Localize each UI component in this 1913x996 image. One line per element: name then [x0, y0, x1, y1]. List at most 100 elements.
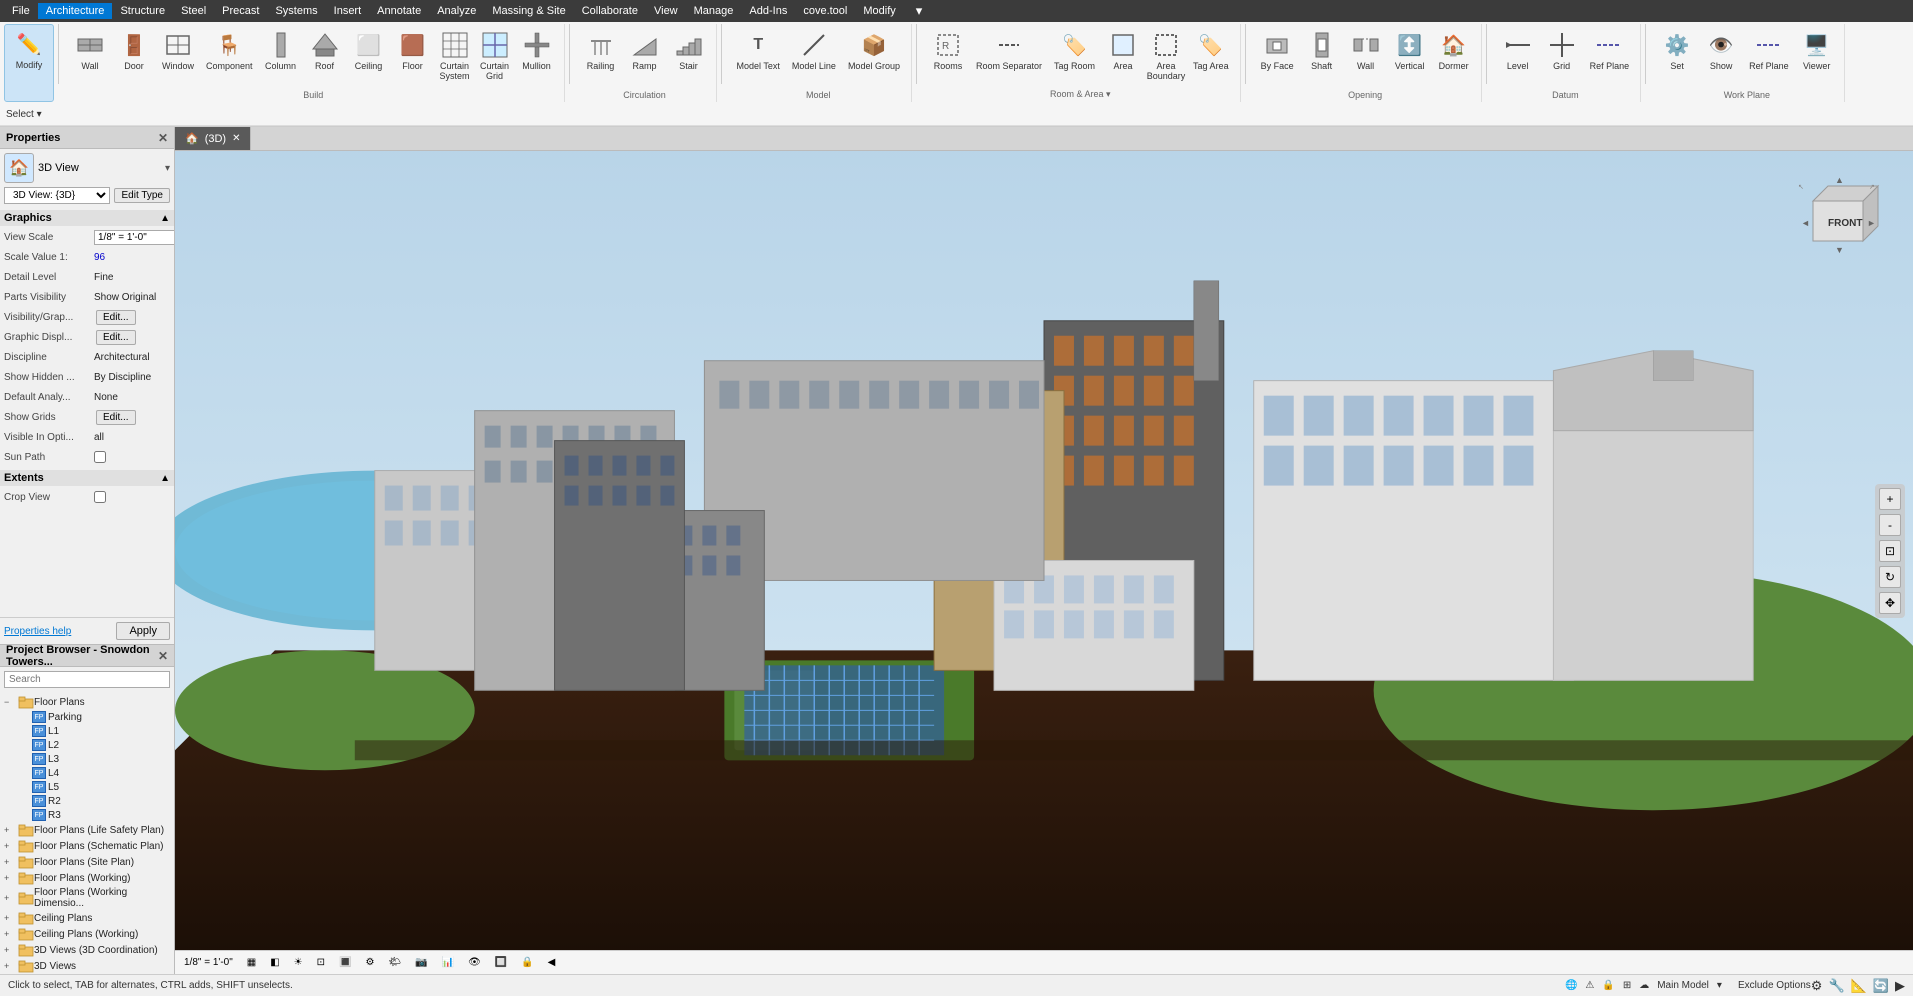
tree-r3[interactable]: FP R3 — [4, 808, 170, 822]
view-select[interactable]: 3D View: {3D} — [4, 187, 110, 204]
railing-button[interactable]: Railing — [580, 26, 622, 88]
level-button[interactable]: Level — [1497, 26, 1539, 88]
component-button[interactable]: 🪑 Component — [201, 26, 258, 88]
model-text-button[interactable]: T Model Text — [732, 26, 785, 88]
section-box-btn[interactable]: 🔲 — [490, 955, 512, 970]
zoom-fit-button[interactable]: ⊡ — [1879, 540, 1901, 562]
options-button[interactable]: ▾ — [908, 1, 931, 21]
apply-button[interactable]: Apply — [116, 622, 170, 640]
crop-btn[interactable]: ⊡ — [312, 955, 330, 970]
tree-3d-coordination[interactable]: + 3D Views (3D Coordination) — [4, 942, 170, 958]
show-button[interactable]: 👁️ Show — [1700, 26, 1742, 88]
model-line-button[interactable]: Model Line — [787, 26, 841, 88]
show-grids-edit-button[interactable]: Edit... — [96, 410, 136, 425]
nav-cube[interactable]: FRONT ▲ ◄ ► ▼ ↖ ↗ — [1793, 171, 1883, 261]
crop-view-checkbox[interactable] — [94, 491, 106, 503]
view-properties-btn[interactable]: ⚙ — [360, 955, 379, 970]
curtain-system-button[interactable]: Curtain System — [436, 26, 474, 88]
wall-button[interactable]: Wall — [69, 26, 111, 88]
properties-help-link[interactable]: Properties help — [4, 626, 71, 637]
menu-covetool[interactable]: cove.tool — [795, 3, 855, 19]
ramp-button[interactable]: Ramp — [624, 26, 666, 88]
tree-floor-plans-site[interactable]: + Floor Plans (Site Plan) — [4, 854, 170, 870]
ceiling-button[interactable]: ⬜ Ceiling — [348, 26, 390, 88]
tree-l1[interactable]: FP L1 — [4, 724, 170, 738]
window-button[interactable]: Window — [157, 26, 199, 88]
mullion-button[interactable]: Mullion — [516, 26, 558, 88]
analysis-btn[interactable]: 📊 — [437, 955, 459, 970]
tree-floor-plans-life-safety[interactable]: + Floor Plans (Life Safety Plan) — [4, 822, 170, 838]
tag-area-button[interactable]: 🏷️ Tag Area — [1188, 26, 1234, 87]
dormer-button[interactable]: 🏠 Dormer — [1433, 26, 1475, 88]
graphics-section-header[interactable]: Graphics ▲ — [0, 210, 174, 226]
menu-modify[interactable]: Modify — [855, 3, 903, 19]
wall-opening-button[interactable]: Wall — [1345, 26, 1387, 88]
by-face-button[interactable]: By Face — [1256, 26, 1299, 88]
project-browser-search[interactable] — [4, 671, 170, 688]
project-browser-close[interactable]: ✕ — [158, 649, 168, 663]
shaft-button[interactable]: Shaft — [1301, 26, 1343, 88]
tree-l5[interactable]: FP L5 — [4, 780, 170, 794]
visibility-edit-button[interactable]: Edit... — [96, 310, 136, 325]
status-icon-4[interactable]: 🔄 — [1873, 978, 1889, 994]
locked-3d-btn[interactable]: 🔒 — [516, 955, 538, 970]
menu-annotate[interactable]: Annotate — [369, 3, 429, 19]
grid-button[interactable]: Grid — [1541, 26, 1583, 88]
menu-steel[interactable]: Steel — [173, 3, 214, 19]
tree-ceiling-plans[interactable]: + Ceiling Plans — [4, 910, 170, 926]
tree-floor-plans-schematic[interactable]: + Floor Plans (Schematic Plan) — [4, 838, 170, 854]
tree-floor-plans-working[interactable]: + Floor Plans (Working) — [4, 870, 170, 886]
sun-path-checkbox[interactable] — [94, 451, 106, 463]
tree-floor-plans[interactable]: − Floor Plans — [4, 694, 170, 710]
status-icon-5[interactable]: ▶ — [1895, 978, 1905, 994]
menu-architecture[interactable]: Architecture — [38, 3, 113, 19]
tag-room-button[interactable]: 🏷️ Tag Room — [1049, 26, 1100, 87]
menu-insert[interactable]: Insert — [326, 3, 370, 19]
model-dropdown[interactable]: ▾ — [1717, 980, 1722, 991]
menu-analyze[interactable]: Analyze — [429, 3, 484, 19]
hide-elements-btn[interactable]: 🔳 — [334, 955, 356, 970]
orbit-button[interactable]: ↻ — [1879, 566, 1901, 588]
modify-button[interactable]: ✏️ Modify — [4, 24, 54, 102]
door-button[interactable]: 🚪 Door — [113, 26, 155, 88]
edit-type-button[interactable]: Edit Type — [114, 188, 170, 203]
render-btn[interactable]: 📷 — [410, 955, 432, 970]
tree-floor-plans-working-dim[interactable]: + Floor Plans (Working Dimensio... — [4, 886, 170, 910]
menu-massing[interactable]: Massing & Site — [484, 3, 573, 19]
status-icon-3[interactable]: 📐 — [1851, 978, 1867, 994]
curtain-grid-button[interactable]: Curtain Grid — [476, 26, 514, 88]
pan-button[interactable]: ✥ — [1879, 592, 1901, 614]
ref-plane-wp-button[interactable]: Ref Plane — [1744, 26, 1794, 88]
menu-view[interactable]: View — [646, 3, 686, 19]
tree-l2[interactable]: FP L2 — [4, 738, 170, 752]
view-scale-input[interactable] — [94, 230, 174, 245]
model-group-button[interactable]: 📦 Model Group — [843, 26, 905, 88]
menu-systems[interactable]: Systems — [267, 3, 325, 19]
room-button[interactable]: R Rooms — [927, 26, 969, 87]
status-icon-2[interactable]: 🔧 — [1828, 978, 1844, 994]
vertical-button[interactable]: ↕️ Vertical — [1389, 26, 1431, 88]
floor-button[interactable]: 🟫 Floor — [392, 26, 434, 88]
extents-section-header[interactable]: Extents ▲ — [0, 470, 174, 486]
tree-l3[interactable]: FP L3 — [4, 752, 170, 766]
stair-button[interactable]: Stair — [668, 26, 710, 88]
area-button[interactable]: Area — [1102, 26, 1144, 87]
viewport-tab-3d[interactable]: 🏠 (3D) ✕ — [175, 127, 251, 150]
tab-close-button[interactable]: ✕ — [232, 133, 240, 144]
shadows-btn[interactable]: ☀ — [289, 955, 308, 970]
type-dropdown[interactable]: ▾ — [165, 163, 170, 174]
visibility-btn[interactable]: 👁 — [463, 955, 486, 970]
graphic-display-edit-button[interactable]: Edit... — [96, 330, 136, 345]
tree-parking[interactable]: FP Parking — [4, 710, 170, 724]
room-separator-button[interactable]: Room Separator — [971, 26, 1047, 87]
toggle-btn[interactable]: ◀ — [543, 955, 561, 970]
tree-3d-views[interactable]: + 3D Views — [4, 958, 170, 974]
zoom-in-button[interactable]: + — [1879, 488, 1901, 510]
select-dropdown[interactable]: Select ▾ — [6, 109, 42, 120]
viewport-canvas[interactable]: FRONT ▲ ◄ ► ▼ ↖ ↗ + - ⊡ ↻ ✥ — [175, 151, 1913, 950]
set-button[interactable]: ⚙️ Set — [1656, 26, 1698, 88]
viewer-button[interactable]: 🖥️ Viewer — [1796, 26, 1838, 88]
menu-collaborate[interactable]: Collaborate — [574, 3, 646, 19]
menu-structure[interactable]: Structure — [112, 3, 173, 19]
shading-btn[interactable]: ◧ — [265, 955, 284, 970]
